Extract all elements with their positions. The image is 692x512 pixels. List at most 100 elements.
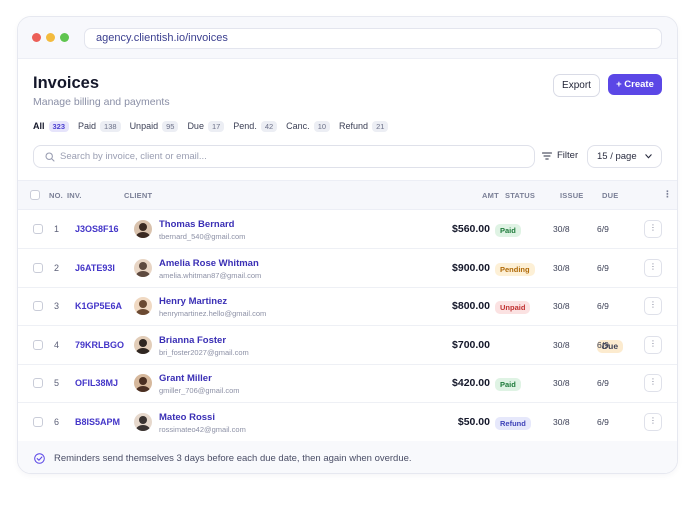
search-box xyxy=(33,145,535,168)
row-actions-button[interactable]: ⋮ xyxy=(644,297,662,316)
export-button[interactable]: Export xyxy=(553,74,600,97)
row-number: 1 xyxy=(54,224,60,234)
row-checkbox[interactable] xyxy=(33,262,43,273)
due-date: 6/9 xyxy=(597,301,609,312)
tab-count: 323 xyxy=(48,120,70,132)
invoice-id-link[interactable]: K1GP5E6A xyxy=(75,301,122,311)
invoice-id-link[interactable]: J6ATE93I xyxy=(75,263,115,273)
invoice-id-link[interactable]: B8IS5APM xyxy=(75,417,120,427)
maximize-window-dot[interactable] xyxy=(60,33,69,42)
invoice-amount: $900.00 xyxy=(452,261,490,274)
client-name-link[interactable]: Henry Martinez xyxy=(159,296,227,307)
tab-due[interactable]: Due 17 xyxy=(187,120,225,132)
row-number: 5 xyxy=(54,378,60,389)
client-name-link[interactable]: Thomas Bernard xyxy=(159,219,235,230)
row-checkbox[interactable] xyxy=(33,378,43,389)
tab-all[interactable]: All 323 xyxy=(33,120,70,132)
more-vertical-icon: ⋮ xyxy=(649,300,657,310)
client-email: bri_foster2027@gmail.com xyxy=(159,347,249,357)
table-row[interactable]: 6 B8IS5APM Mateo Rossi rossimateo42@gmail.c… xyxy=(18,403,677,442)
status-badge: Unpaid xyxy=(495,301,531,315)
status-badge: Refund xyxy=(495,417,531,430)
minimize-window-dot[interactable] xyxy=(46,33,55,42)
issue-date: 30/8 xyxy=(553,301,570,312)
client-email: rossimateo42@gmail.com xyxy=(159,425,246,434)
row-number: 4 xyxy=(54,339,60,350)
column-header-issue: ISSUE xyxy=(560,191,584,200)
tab-pending[interactable]: Pend. 42 xyxy=(233,120,278,132)
tab-label: Refund xyxy=(339,121,369,131)
tab-refund[interactable]: Refund 21 xyxy=(339,120,389,132)
table-row[interactable]: 3 K1GP5E6A Henry Martinez henrymartinez.hel… xyxy=(18,287,677,327)
more-vertical-icon: ⋮ xyxy=(649,377,657,387)
client-name-link[interactable]: Mateo Rossi xyxy=(159,412,215,423)
invoice-id-link[interactable]: 79KRLBGO xyxy=(75,340,124,350)
browser-chrome: agency.clientish.io/invoices xyxy=(18,17,677,59)
tab-count: 138 xyxy=(100,120,121,132)
row-checkbox[interactable] xyxy=(33,224,43,234)
table-row[interactable]: 5 OFIL38MJ Grant Miller gmiller_706@gmail.c… xyxy=(18,364,677,404)
more-vertical-icon: ⋮ xyxy=(649,223,657,232)
filter-button[interactable]: Filter xyxy=(542,150,578,161)
table-row[interactable]: 2 J6ATE93I Amelia Rose Whitman amelia.whitm… xyxy=(18,249,677,288)
reminder-text: Reminders send themselves 3 days before … xyxy=(54,452,412,464)
table-row[interactable]: 1 J3OS8F16 Thomas Bernard tbernard_540@gmai… xyxy=(18,210,677,249)
per-page-value: 15 / page xyxy=(597,151,637,162)
column-header-client: CLIENT xyxy=(124,191,153,200)
due-date: 6/9 xyxy=(597,262,609,273)
search-input[interactable] xyxy=(60,149,520,164)
tab-label: Unpaid xyxy=(129,121,159,131)
invoice-amount: $50.00 xyxy=(457,416,490,428)
client-name-link[interactable]: Grant Miller xyxy=(159,373,212,384)
issue-date: 30/8 xyxy=(553,378,570,389)
client-email: henrymartinez.hello@gmail.com xyxy=(159,309,267,319)
row-checkbox[interactable] xyxy=(33,301,43,312)
create-button[interactable]: + Create xyxy=(608,74,662,95)
tab-label: Due xyxy=(187,121,204,131)
more-vertical-icon: ⋮ xyxy=(649,338,657,348)
close-window-dot[interactable] xyxy=(32,33,41,42)
row-checkbox[interactable] xyxy=(33,339,43,350)
more-vertical-icon: ⋮ xyxy=(649,261,657,271)
status-badge: Paid xyxy=(495,224,521,237)
search-icon xyxy=(45,152,55,162)
row-checkbox[interactable] xyxy=(33,417,43,427)
address-bar[interactable]: agency.clientish.io/invoices xyxy=(84,28,662,49)
column-header-status: STATUS xyxy=(505,191,536,200)
row-actions-button[interactable]: ⋮ xyxy=(644,374,662,393)
more-vertical-icon: ⋮ xyxy=(649,416,657,425)
tab-unpaid[interactable]: Unpaid 95 xyxy=(129,120,179,132)
filter-label: Filter xyxy=(557,150,579,161)
column-header-amt: AMT xyxy=(482,191,499,200)
invoice-id-link[interactable]: J3OS8F16 xyxy=(75,224,119,234)
invoice-amount: $800.00 xyxy=(452,300,490,313)
row-actions-button[interactable]: ⋮ xyxy=(644,335,662,354)
issue-date: 30/8 xyxy=(553,224,570,234)
column-options-icon[interactable]: ⋮ xyxy=(663,189,672,200)
avatar xyxy=(134,258,152,277)
per-page-select[interactable]: 15 / page xyxy=(587,145,662,168)
row-actions-button[interactable]: ⋮ xyxy=(644,413,662,431)
client-email: gmiller_706@gmail.com xyxy=(159,386,240,396)
client-name-link[interactable]: Brianna Foster xyxy=(159,335,226,346)
column-header-inv: INV. xyxy=(67,191,82,200)
avatar xyxy=(134,220,152,238)
client-name-link[interactable]: Amelia Rose Whitman xyxy=(159,258,259,269)
avatar xyxy=(134,297,152,316)
invoice-amount: $700.00 xyxy=(452,338,490,351)
issue-date: 30/8 xyxy=(553,417,570,427)
invoice-id-link[interactable]: OFIL38MJ xyxy=(75,378,118,388)
select-all-checkbox[interactable] xyxy=(30,190,40,200)
tab-count: 10 xyxy=(313,120,331,132)
tab-label: All xyxy=(33,121,45,131)
table-row[interactable]: 4 79KRLBGO Brianna Foster bri_foster2027@gm… xyxy=(18,326,677,365)
issue-date: 30/8 xyxy=(553,339,570,350)
row-actions-button[interactable]: ⋮ xyxy=(644,258,662,277)
tab-paid[interactable]: Paid 138 xyxy=(78,120,121,132)
row-actions-button[interactable]: ⋮ xyxy=(644,220,662,238)
tab-label: Paid xyxy=(78,121,97,131)
avatar xyxy=(134,413,152,431)
tab-label: Canc. xyxy=(286,121,310,131)
row-number: 3 xyxy=(54,301,60,312)
tab-cancelled[interactable]: Canc. 10 xyxy=(286,120,331,132)
